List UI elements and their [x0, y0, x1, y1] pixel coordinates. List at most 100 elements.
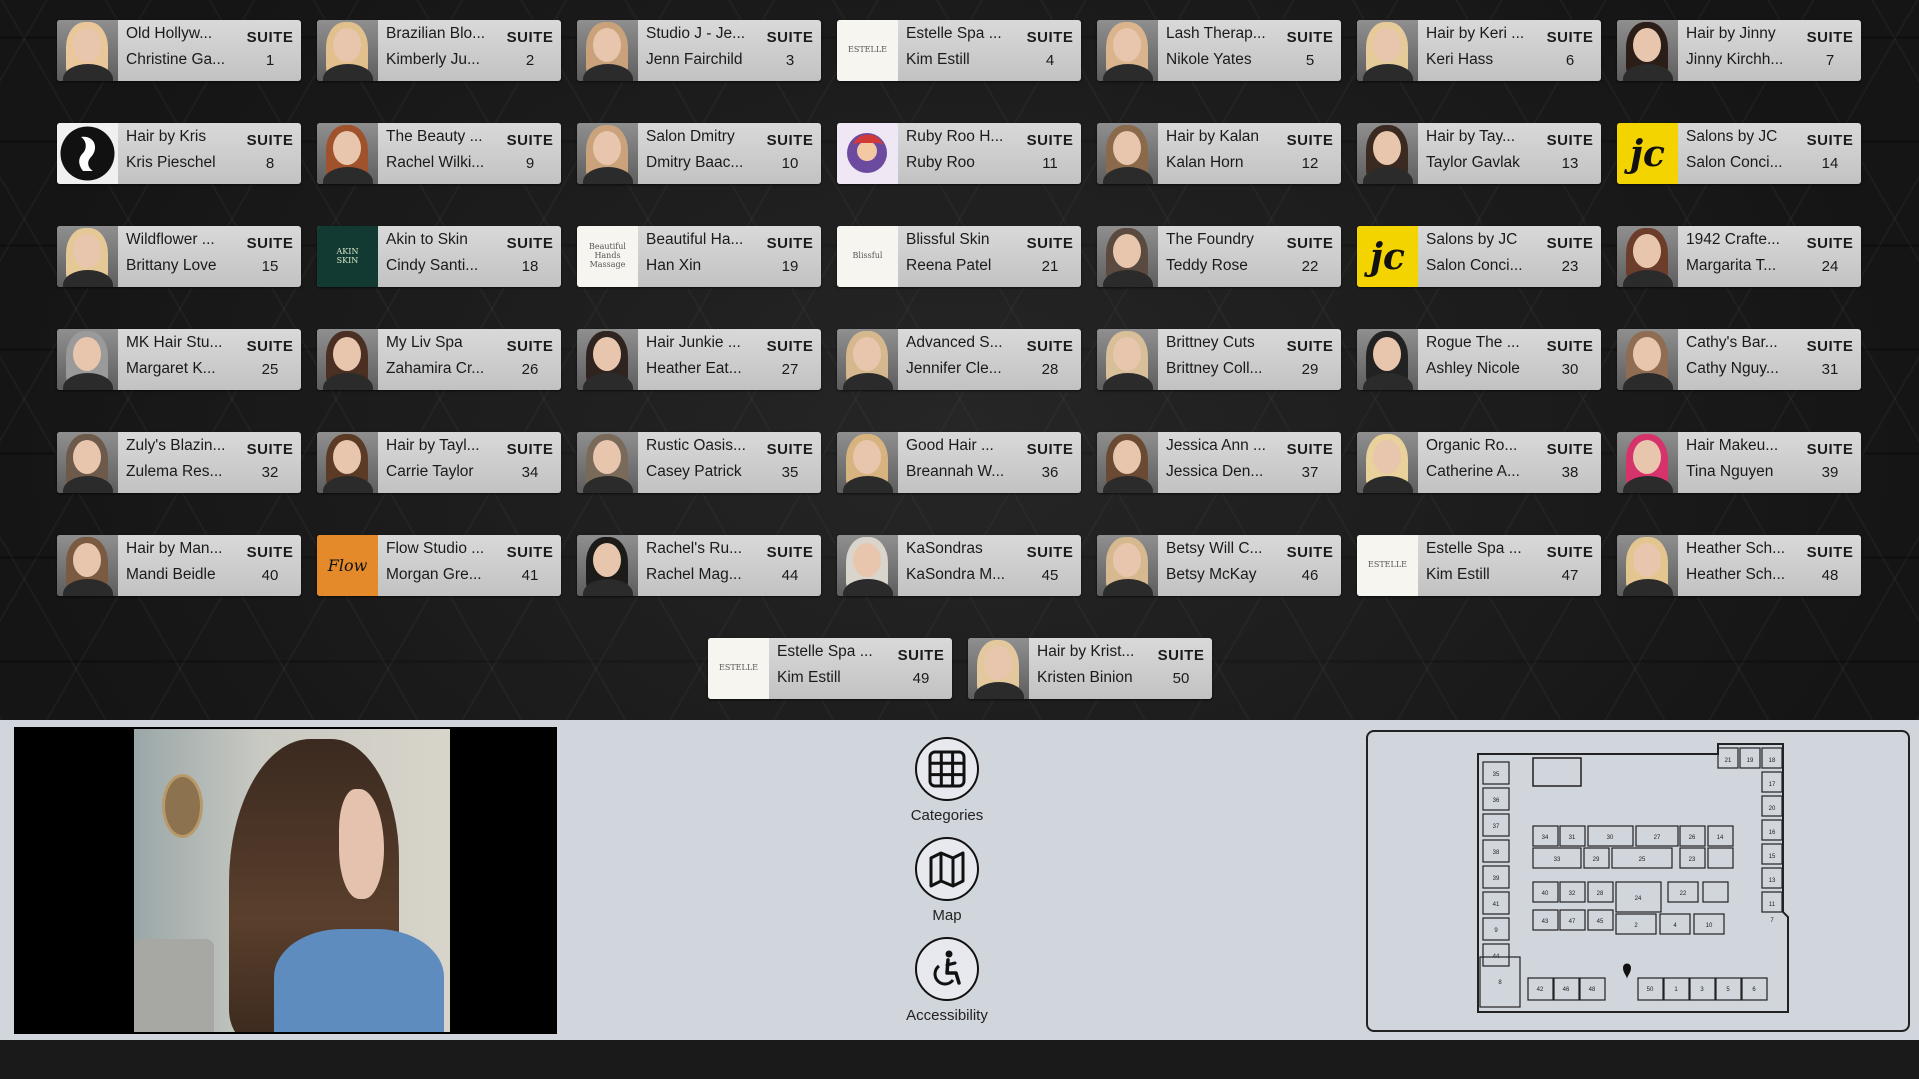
portrait-face	[593, 337, 621, 371]
suite-number-block: SUITE 8	[239, 123, 301, 184]
suite-card-10[interactable]: Salon Dmitry Dmitry Baac... SUITE 10	[577, 123, 821, 184]
suite-number-block: SUITE 50	[1150, 638, 1212, 699]
suite-card-41[interactable]: Flow Flow Studio ... Morgan Gre... SUITE 41	[317, 535, 561, 596]
owner-name: Kalan Horn	[1166, 154, 1244, 171]
suite-card-31[interactable]: Cathy's Bar... Cathy Nguy... SUITE 31	[1617, 329, 1861, 390]
estelle-logo: ESTELLE	[1357, 535, 1418, 596]
suite-card-25[interactable]: MK Hair Stu... Margaret K... SUITE 25	[57, 329, 301, 390]
suite-label: SUITE	[766, 29, 814, 46]
suite-card-8[interactable]: Hair by Kris Kris Pieschel SUITE 8	[57, 123, 301, 184]
portrait-face	[1633, 234, 1661, 268]
suite-card-24[interactable]: 1942 Crafte... Margarita T... SUITE 24	[1617, 226, 1861, 287]
suite-number: 1	[265, 52, 275, 69]
suite-card-45[interactable]: KaSondras KaSondra M... SUITE 45	[837, 535, 1081, 596]
suite-card-28[interactable]: Advanced S... Jennifer Cle... SUITE 28	[837, 329, 1081, 390]
business-name: Salons by JC	[1426, 231, 1518, 248]
suite-card-35[interactable]: Rustic Oasis... Casey Patrick SUITE 35	[577, 432, 821, 493]
room-number: 34	[1542, 835, 1549, 841]
suite-number-block: SUITE 39	[1799, 432, 1861, 493]
suite-card-9[interactable]: The Beauty ... Rachel Wilki... SUITE 9	[317, 123, 561, 184]
business-name: Estelle Spa ...	[1426, 540, 1522, 557]
suite-thumbnail	[837, 329, 898, 390]
room-number: 21	[1725, 758, 1732, 764]
ruby-logo	[837, 123, 898, 184]
suite-number: 22	[1301, 258, 1319, 275]
room-number: 20	[1769, 806, 1776, 812]
suite-number-block: SUITE 46	[1279, 535, 1341, 596]
suite-card-11[interactable]: Ruby Roo H... Ruby Roo SUITE 11	[837, 123, 1081, 184]
suite-number-block: SUITE 44	[759, 535, 821, 596]
suite-card-26[interactable]: My Liv Spa Zahamira Cr... SUITE 26	[317, 329, 561, 390]
suite-card-22[interactable]: The Foundry Teddy Rose SUITE 22	[1097, 226, 1341, 287]
room-number: 1	[1674, 987, 1678, 993]
suite-card-39[interactable]: Hair Makeu... Tina Nguyen SUITE 39	[1617, 432, 1861, 493]
suite-card-49[interactable]: ESTELLE Estelle Spa ... Kim Estill SUITE 49	[708, 638, 952, 699]
floor-plan-map[interactable]: 21 19 18 17 20 16 35 36 15 37 34 31 30 27 26 14 33 29 25 23…	[1366, 730, 1910, 1032]
suite-card-37[interactable]: Jessica Ann ... Jessica Den... SUITE 37	[1097, 432, 1341, 493]
accessibility-button[interactable]: Accessibility	[892, 937, 1002, 1024]
suite-card-40[interactable]: Hair by Man... Mandi Beidle SUITE 40	[57, 535, 301, 596]
suite-thumbnail	[1617, 432, 1678, 493]
suite-number-block: SUITE 34	[499, 432, 561, 493]
suite-card-23[interactable]: jc Salons by JC Salon Conci... SUITE 23	[1357, 226, 1601, 287]
suite-card-7[interactable]: Hair by Jinny Jinny Kirchh... SUITE 7	[1617, 20, 1861, 81]
suite-number: 4	[1045, 52, 1055, 69]
suite-thumbnail	[317, 123, 378, 184]
suite-card-15[interactable]: Wildflower ... Brittany Love SUITE 15	[57, 226, 301, 287]
suite-card-4[interactable]: ESTELLE Estelle Spa ... Kim Estill SUITE 4	[837, 20, 1081, 81]
business-name: Advanced S...	[906, 334, 1003, 351]
suite-card-19[interactable]: Beautiful Hands Massage Beautiful Ha... Ha…	[577, 226, 821, 287]
suite-card-5[interactable]: Lash Therap... Nikole Yates SUITE 5	[1097, 20, 1341, 81]
business-name: Studio J - Je...	[646, 25, 746, 42]
suite-card-50[interactable]: Hair by Krist... Kristen Binion SUITE 50	[968, 638, 1212, 699]
suite-label: SUITE	[1546, 29, 1594, 46]
suite-card-1[interactable]: Old Hollyw... Christine Ga... SUITE 1	[57, 20, 301, 81]
suite-info: Good Hair ... Breannah W...	[898, 432, 1019, 493]
suite-card-2[interactable]: Brazilian Blo... Kimberly Ju... SUITE 2	[317, 20, 561, 81]
suite-card-27[interactable]: Hair Junkie ... Heather Eat... SUITE 27	[577, 329, 821, 390]
suite-card-48[interactable]: Heather Sch... Heather Sch... SUITE 48	[1617, 535, 1861, 596]
room-number: 39	[1493, 876, 1500, 882]
map-button[interactable]: Map	[892, 837, 1002, 924]
room-number: 46	[1563, 987, 1570, 993]
suite-card-12[interactable]: Hair by Kalan Kalan Horn SUITE 12	[1097, 123, 1341, 184]
suite-card-18[interactable]: AKIN SKIN Akin to Skin Cindy Santi... SUITE…	[317, 226, 561, 287]
suite-number: 2	[525, 52, 535, 69]
suite-number-block: SUITE 6	[1539, 20, 1601, 81]
suite-thumbnail	[1357, 123, 1418, 184]
flow-logo: Flow	[317, 535, 378, 596]
suite-card-6[interactable]: Hair by Keri ... Keri Hass SUITE 6	[1357, 20, 1601, 81]
suite-card-30[interactable]: Rogue The ... Ashley Nicole SUITE 30	[1357, 329, 1601, 390]
suite-card-36[interactable]: Good Hair ... Breannah W... SUITE 36	[837, 432, 1081, 493]
suite-label: SUITE	[1546, 544, 1594, 561]
suite-label: SUITE	[1026, 441, 1074, 458]
owner-name: Teddy Rose	[1166, 257, 1248, 274]
room-number: 8	[1498, 980, 1502, 986]
suite-number-block: SUITE 36	[1019, 432, 1081, 493]
suite-thumbnail	[57, 535, 118, 596]
suite-thumbnail	[317, 329, 378, 390]
suite-card-14[interactable]: jc Salons by JC Salon Conci... SUITE 14	[1617, 123, 1861, 184]
suite-card-34[interactable]: Hair by Tayl... Carrie Taylor SUITE 34	[317, 432, 561, 493]
suite-card-32[interactable]: Zuly's Blazin... Zulema Res... SUITE 32	[57, 432, 301, 493]
suite-card-38[interactable]: Organic Ro... Catherine A... SUITE 38	[1357, 432, 1601, 493]
business-name: Blissful Skin	[906, 231, 990, 248]
suite-card-46[interactable]: Betsy Will C... Betsy McKay SUITE 46	[1097, 535, 1341, 596]
suite-card-29[interactable]: Brittney Cuts Brittney Coll... SUITE 29	[1097, 329, 1341, 390]
business-name: Rachel's Ru...	[646, 540, 742, 557]
suite-card-21[interactable]: Blissful Blissful Skin Reena Patel SUITE 21	[837, 226, 1081, 287]
portrait-face	[1113, 234, 1141, 268]
categories-button[interactable]: Categories	[892, 737, 1002, 824]
suite-card-3[interactable]: Studio J - Je... Jenn Fairchild SUITE 3	[577, 20, 821, 81]
suite-number-block: SUITE 2	[499, 20, 561, 81]
promo-video-player[interactable]	[14, 727, 557, 1034]
suite-card-44[interactable]: Rachel's Ru... Rachel Mag... SUITE 44	[577, 535, 821, 596]
suite-info: 1942 Crafte... Margarita T...	[1678, 226, 1799, 287]
suite-number: 48	[1821, 567, 1839, 584]
room-number: 10	[1706, 923, 1713, 929]
suite-card-47[interactable]: ESTELLE Estelle Spa ... Kim Estill SUITE 47	[1357, 535, 1601, 596]
suite-number-block: SUITE 23	[1539, 226, 1601, 287]
owner-name: Kim Estill	[906, 51, 970, 68]
suite-info: Salons by JC Salon Conci...	[1678, 123, 1799, 184]
suite-card-13[interactable]: Hair by Tay... Taylor Gavlak SUITE 13	[1357, 123, 1601, 184]
